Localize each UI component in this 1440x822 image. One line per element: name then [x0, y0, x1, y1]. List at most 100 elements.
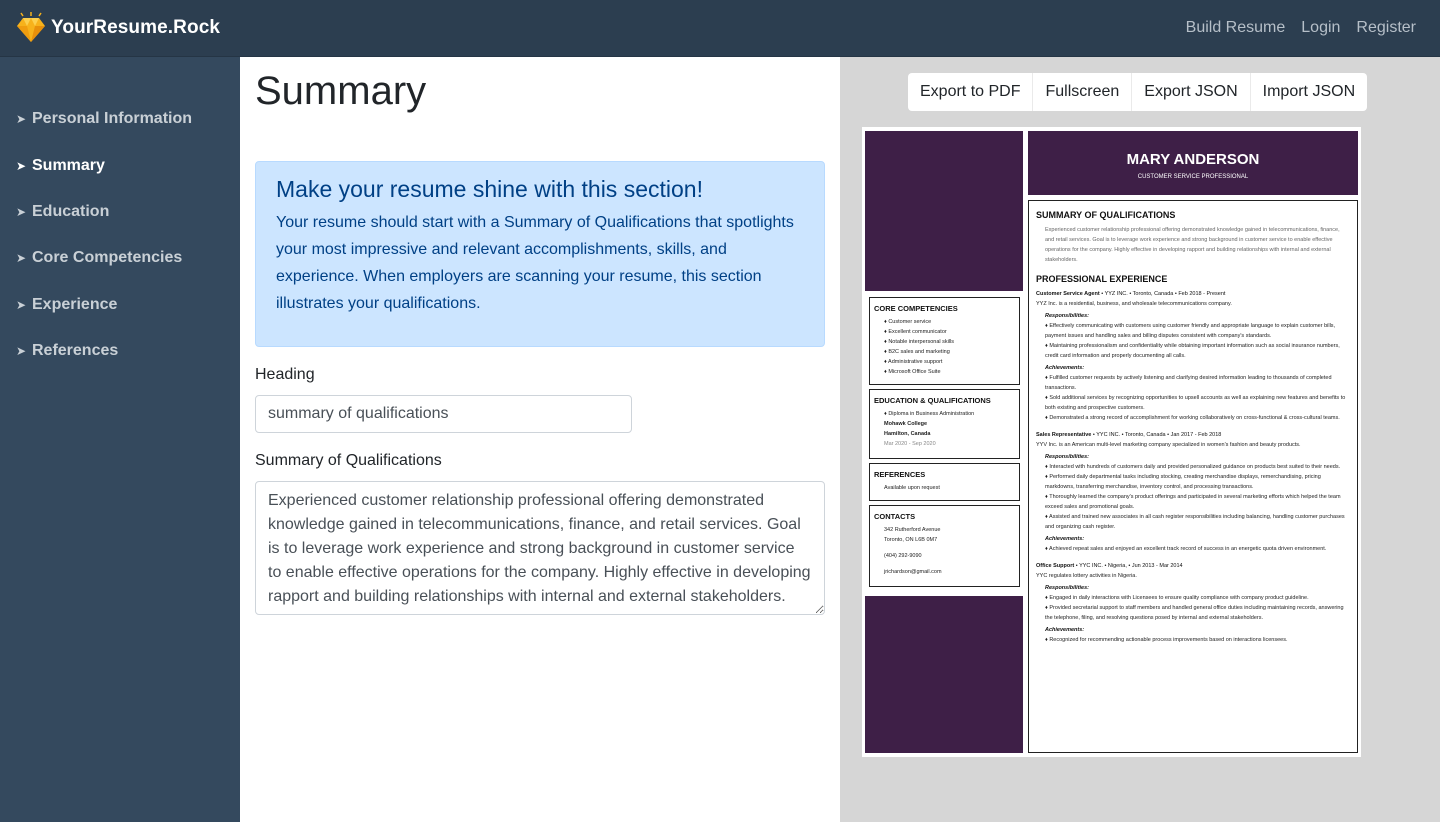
sidebar-item-core-competencies[interactable]: ➤ Core Competencies	[16, 249, 182, 267]
resume-main-content: SUMMARY OF QUALIFICATIONS Experienced cu…	[1028, 200, 1358, 753]
contact-phone: (404) 292-9090	[884, 553, 922, 559]
sidebar-item-label: Education	[32, 203, 110, 220]
core-item: ♦ Notable interpersonal skills	[884, 339, 955, 345]
preview-panel: Export to PDF Fullscreen Export JSON Imp…	[840, 57, 1440, 822]
sidebar-item-experience[interactable]: ➤ Experience	[16, 296, 117, 314]
sidebar-item-education[interactable]: ➤ Education	[16, 203, 109, 221]
responsibilities-label: Responsibilities:	[1045, 454, 1090, 460]
resume-name: MARY ANDERSON	[1126, 151, 1260, 168]
sidebar-item-label: Summary	[32, 157, 105, 174]
sidebar-item-personal-information[interactable]: ➤ Personal Information	[16, 110, 192, 128]
job-description: YYV Inc. is an American multi-level mark…	[1036, 442, 1301, 448]
job-bullet: ♦ Engaged in daily interactions with Lic…	[1045, 595, 1309, 601]
achievements-label: Achievements:	[1045, 536, 1085, 542]
core-competencies-box: CORE COMPETENCIES ♦ Customer service ♦ E…	[869, 297, 1020, 385]
arrow-right-icon: ➤	[16, 205, 27, 219]
job-meta: • YYC INC. • Toronto, Canada • Jan 2017 …	[1091, 432, 1222, 438]
references-text: Available upon request	[884, 485, 940, 491]
contacts-title: CONTACTS	[874, 512, 916, 521]
job-bullet: ♦ Demonstrated a strong record of accomp…	[1045, 415, 1340, 421]
export-pdf-button[interactable]: Export to PDF	[908, 73, 1034, 111]
sidebar: ➤ Personal Information ➤ Summary ➤ Educa…	[0, 57, 240, 822]
contact-email: jrichardson@gmail.com	[884, 569, 942, 575]
alert-text: Your resume should start with a Summary …	[276, 214, 794, 312]
job-bullet: ♦ Thoroughly learned the company's produ…	[1045, 494, 1341, 510]
job-bullet: ♦ Sold additional services by recognizin…	[1045, 395, 1346, 411]
job-heading: Customer Service Agent • YYZ INC. • Toro…	[1036, 289, 1350, 299]
summary-label: Summary of Qualifications	[255, 452, 442, 469]
job-description: YYZ Inc. is a residential, business, and…	[1036, 301, 1232, 307]
job-bullet: ♦ Interacted with hundreds of customers …	[1045, 464, 1341, 470]
job-heading: Office Support • YYC INC. • Nigeria, • J…	[1036, 561, 1350, 571]
contact-address-line-1: 342 Rutherford Avenue	[884, 527, 941, 533]
core-item: ♦ Microsoft Office Suite	[884, 369, 941, 375]
preview-toolbar: Export to PDF Fullscreen Export JSON Imp…	[908, 73, 1368, 111]
achievements-label: Achievements:	[1045, 627, 1085, 633]
job-title: Office Support	[1036, 563, 1075, 569]
job-title: Customer Service Agent	[1036, 291, 1100, 297]
contact-address-line-2: Toronto, ON L6B 0M7	[884, 537, 938, 543]
top-navbar: YourResume.Rock Build Resume Login Regis…	[0, 0, 1440, 57]
core-item: ♦ Customer service	[884, 319, 932, 325]
contacts-box: CONTACTS 342 Rutherford Avenue Toronto, …	[869, 505, 1020, 587]
editor-panel: Summary Make your resume shine with this…	[240, 57, 840, 822]
sidebar-item-references[interactable]: ➤ References	[16, 342, 118, 360]
fullscreen-button[interactable]: Fullscreen	[1033, 73, 1133, 111]
job-entry: Office Support • YYC INC. • Nigeria, • J…	[1036, 561, 1350, 645]
nav-build-resume[interactable]: Build Resume	[1186, 19, 1286, 37]
page-title: Summary	[255, 69, 427, 113]
arrow-right-icon: ➤	[16, 298, 27, 312]
job-bullet: ♦ Provided secretarial support to staff …	[1045, 605, 1344, 621]
accent-block-top	[865, 131, 1023, 291]
heading-label: Heading	[255, 366, 315, 383]
accent-block-bottom	[865, 596, 1023, 753]
experience-section-title: PROFESSIONAL EXPERIENCE	[1036, 274, 1168, 284]
job-bullet: ♦ Assisted and trained new associates in…	[1045, 514, 1345, 530]
nav-register[interactable]: Register	[1356, 19, 1416, 37]
resume-preview: MARY ANDERSON CUSTOMER SERVICE PROFESSIO…	[862, 127, 1361, 757]
diamond-icon	[17, 12, 45, 42]
education-dates: Mar 2020 - Sep 2020	[884, 441, 936, 447]
brand-name: YourResume.Rock	[51, 17, 221, 38]
alert-title: Make your resume shine with this section…	[276, 176, 703, 202]
import-json-button[interactable]: Import JSON	[1251, 73, 1367, 111]
brand[interactable]: YourResume.Rock	[16, 12, 220, 44]
job-bullet: ♦ Maintaining professionalism and confid…	[1045, 343, 1340, 359]
summary-textarea[interactable]: Experienced customer relationship profes…	[255, 481, 825, 615]
job-description: YYC regulates lottery activities in Nige…	[1036, 573, 1137, 579]
education-location: Hamilton, Canada	[884, 431, 931, 437]
sidebar-item-label: Experience	[32, 296, 118, 313]
summary-section-title: SUMMARY OF QUALIFICATIONS	[1036, 210, 1176, 220]
core-item: ♦ Excellent communicator	[884, 329, 947, 335]
sidebar-item-label: References	[32, 342, 119, 359]
sidebar-item-label: Core Competencies	[32, 249, 183, 266]
job-meta: • YYC INC. • Nigeria, • Jun 2013 - Mar 2…	[1074, 563, 1183, 569]
references-box: REFERENCES Available upon request	[869, 463, 1020, 501]
job-bullet: ♦ Recognized for recommending actionable…	[1045, 637, 1288, 643]
education-school: Mohawk College	[884, 421, 928, 427]
sidebar-item-label: Personal Information	[32, 110, 193, 127]
summary-section-text: Experienced customer relationship profes…	[1045, 227, 1340, 263]
job-entry: Customer Service Agent • YYZ INC. • Toro…	[1036, 289, 1350, 423]
resume-role: CUSTOMER SERVICE PROFESSIONAL	[1137, 174, 1249, 180]
job-title: Sales Representative	[1036, 432, 1092, 438]
job-heading: Sales Representative • YYC INC. • Toront…	[1036, 430, 1350, 440]
sidebar-item-summary[interactable]: ➤ Summary	[16, 157, 105, 175]
education-title: EDUCATION & QUALIFICATIONS	[874, 396, 991, 405]
achievements-label: Achievements:	[1045, 365, 1085, 371]
core-title: CORE COMPETENCIES	[874, 304, 958, 313]
export-json-button[interactable]: Export JSON	[1132, 73, 1251, 111]
job-entry: Sales Representative • YYC INC. • Toront…	[1036, 430, 1350, 554]
job-bullet: ♦ Achieved repeat sales and enjoyed an e…	[1045, 546, 1327, 552]
nav-login[interactable]: Login	[1301, 19, 1340, 37]
responsibilities-label: Responsibilities:	[1045, 313, 1090, 319]
job-bullet: ♦ Performed daily departmental tasks inc…	[1045, 474, 1321, 490]
arrow-right-icon: ➤	[16, 112, 27, 126]
heading-input[interactable]	[255, 395, 632, 433]
education-degree: ♦ Diploma in Business Administration	[884, 411, 975, 417]
info-alert: Make your resume shine with this section…	[255, 161, 825, 347]
responsibilities-label: Responsibilities:	[1045, 585, 1090, 591]
core-item: ♦ Administrative support	[884, 359, 943, 365]
nav-links: Build Resume Login Register	[1170, 19, 1416, 37]
job-bullet: ♦ Fulfilled customer requests by activel…	[1045, 375, 1332, 391]
